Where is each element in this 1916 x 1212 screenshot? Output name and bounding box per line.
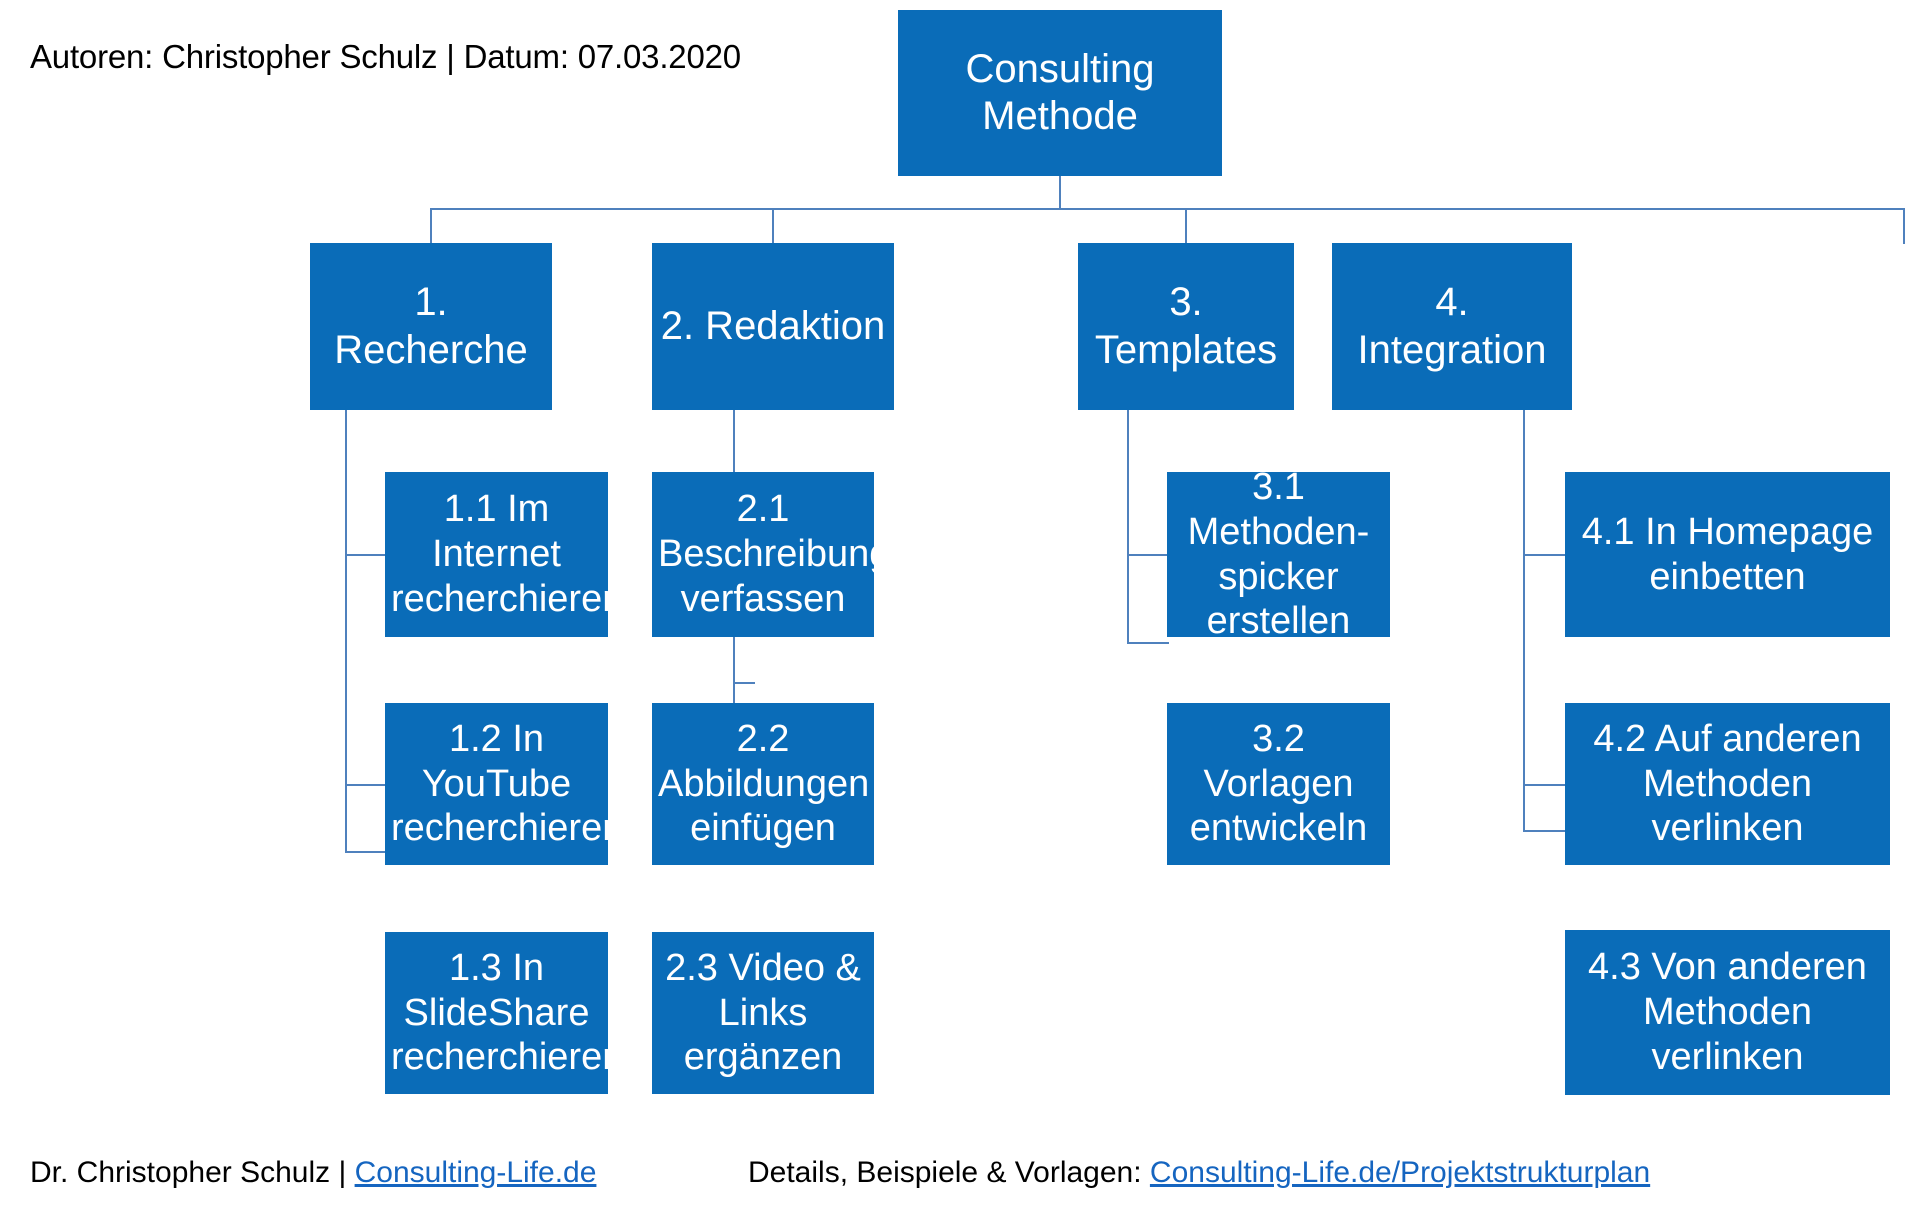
node-task-1-3-label: 1.3 In SlideShare recherchieren [391,946,624,1079]
node-branch-1-recherche[interactable]: 1. Recherche [310,243,552,410]
diagram-canvas: Autoren: Christopher Schulz | Datum: 07.… [0,0,1916,1212]
node-branch-1-label: 1. Recherche [334,280,528,372]
node-branch-3-templates[interactable]: 3. Templates [1078,243,1294,410]
footer-right-text: Details, Beispiele & Vorlagen: [748,1156,1150,1189]
footer-left: Dr. Christopher Schulz | Consulting-Life… [30,1156,596,1190]
connector-drop-branch-2 [772,208,774,244]
footer-left-link[interactable]: Consulting-Life.de [355,1156,597,1189]
footer-right-link[interactable]: Consulting-Life.de/Projektstrukturplan [1150,1156,1650,1189]
node-task-4-3-label: 4.3 Von anderen Methoden verlinken [1588,946,1867,1078]
node-task-1-2[interactable]: 1.2 In YouTube recherchieren [385,703,624,865]
node-task-2-1[interactable]: 2.1 Beschreibung verfassen [652,472,891,637]
connector-stub-1-2 [345,784,387,786]
node-task-2-3[interactable]: 2.3 Video & Links ergänzen [652,932,874,1094]
connector-drop-branch-1 [430,208,432,244]
node-task-1-2-label: 1.2 In YouTube recherchieren [391,717,624,850]
node-task-2-2-label: 2.2 Abbildungen einfügen [658,717,870,850]
node-task-4-3[interactable]: 4.3 Von anderen Methoden verlinken [1565,930,1890,1095]
connector-stub-4-3 [1523,830,1567,832]
node-task-1-3[interactable]: 1.3 In SlideShare recherchieren [385,932,624,1094]
connector-stub-1-1 [345,554,387,556]
node-task-2-3-label: 2.3 Video & Links ergänzen [665,946,861,1079]
node-branch-4-integration[interactable]: 4. Integration [1332,243,1572,410]
node-task-3-2[interactable]: 3.2 Vorlagen entwickeln [1167,703,1390,865]
node-branch-3-label: 3. Templates [1094,280,1278,372]
node-task-3-2-label: 3.2 Vorlagen entwickeln [1189,717,1368,850]
connector-level2-bus [430,208,1905,210]
node-branch-2-label: 2. Redaktion [660,303,886,348]
connector-drop-branch-4 [1903,208,1905,244]
node-task-2-2[interactable]: 2.2 Abbildungen einfügen [652,703,874,865]
node-root-label: Consulting Methode [965,46,1155,138]
connector-stub-3-2 [1127,642,1169,644]
node-task-3-1-label: 3.1 Methoden-spicker erstellen [1187,465,1370,643]
connector-stub-2-2 [733,682,755,684]
connector-stub-3-1 [1127,554,1169,556]
connector-root-stem [1059,176,1061,210]
connector-spine-branch-4 [1523,410,1525,832]
node-task-4-2[interactable]: 4.2 Auf anderen Methoden verlinken [1565,703,1890,865]
node-branch-4-label: 4. Integration [1357,280,1547,372]
connector-spine-branch-1 [345,410,347,853]
node-branch-2-redaktion[interactable]: 2. Redaktion [652,243,894,410]
connector-stub-4-2 [1523,784,1567,786]
node-task-2-1-label: 2.1 Beschreibung verfassen [658,488,891,620]
node-task-1-1-label: 1.1 Im Internet recherchieren [391,488,624,620]
connector-spine-branch-3 [1127,410,1129,644]
node-task-3-1[interactable]: 3.1 Methoden-spicker erstellen [1167,466,1390,642]
node-task-4-2-label: 4.2 Auf anderen Methoden verlinken [1593,717,1862,850]
connector-stub-4-1 [1523,554,1567,556]
node-task-4-1-label: 4.1 In Homepage einbetten [1581,510,1874,598]
authors-date-caption: Autoren: Christopher Schulz | Datum: 07.… [30,38,741,75]
footer-left-text: Dr. Christopher Schulz | [30,1156,355,1189]
node-task-1-1[interactable]: 1.1 Im Internet recherchieren [385,472,624,637]
footer-right: Details, Beispiele & Vorlagen: Consultin… [748,1156,1650,1190]
connector-drop-branch-3 [1185,208,1187,244]
node-root-consulting-methode[interactable]: Consulting Methode [898,10,1222,176]
connector-stub-1-3 [345,851,387,853]
node-task-4-1[interactable]: 4.1 In Homepage einbetten [1565,472,1890,637]
